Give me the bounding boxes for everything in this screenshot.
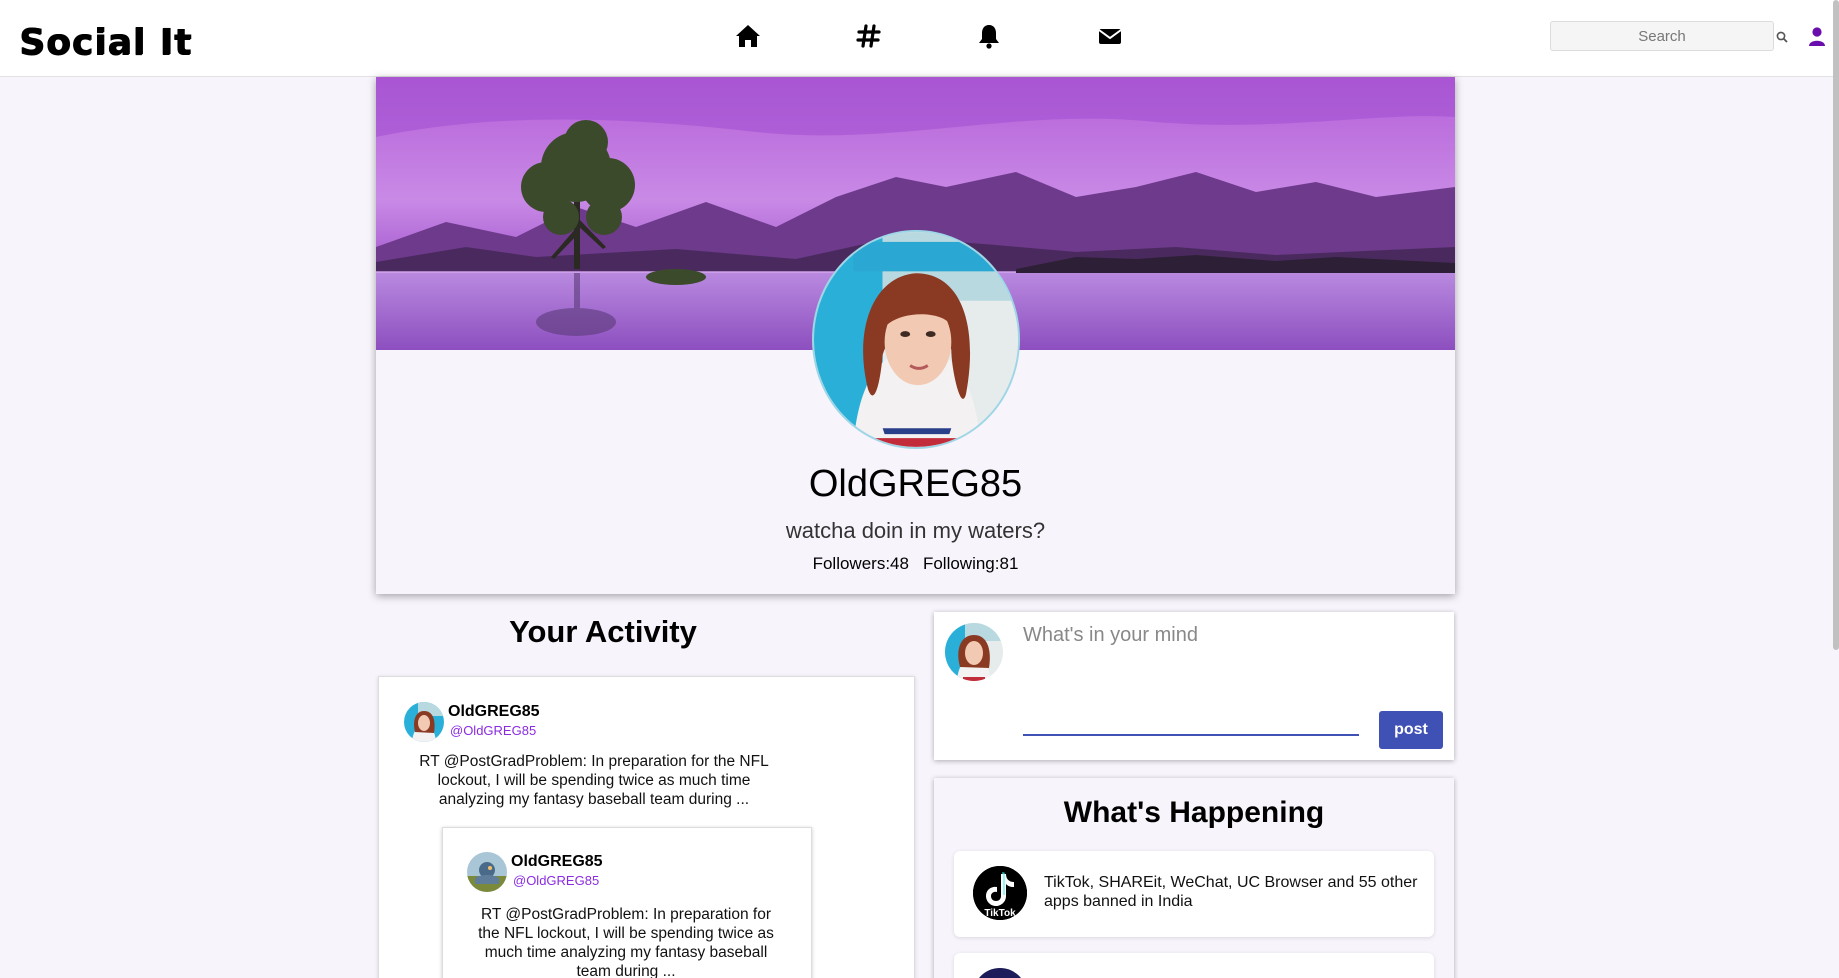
post-button[interactable]: post [1379, 711, 1443, 749]
composer-avatar [945, 623, 1003, 681]
followers-count[interactable]: Followers:48 [813, 554, 909, 573]
news-item-text[interactable]: TikTok, SHAREit, WeChat, UC Browser and … [1044, 873, 1424, 911]
news-item[interactable] [954, 953, 1434, 978]
envelope-icon[interactable] [1096, 22, 1124, 50]
activity-title: Your Activity [509, 614, 697, 649]
post-author-name[interactable]: OldGREG85 [448, 702, 540, 722]
whats-happening-title: What's Happening [1063, 796, 1325, 829]
bell-icon[interactable] [975, 22, 1003, 50]
quoted-post-avatar[interactable] [467, 852, 507, 892]
post-text: RT @PostGradProblem: In preparation for … [419, 753, 769, 808]
user-icon[interactable] [1808, 26, 1826, 46]
search-icon[interactable] [1775, 30, 1789, 44]
quoted-post-card[interactable]: OldGREG85 @OldGREG85 RT @PostGradProblem… [442, 827, 812, 978]
following-count[interactable]: Following:81 [923, 554, 1018, 573]
quoted-post-author-handle[interactable]: @OldGREG85 [513, 872, 603, 890]
search-input[interactable] [1550, 21, 1774, 51]
post-header: OldGREG85 @OldGREG85 [404, 702, 540, 742]
post-composer: post [934, 612, 1454, 760]
top-navbar: Social It [0, 0, 1839, 77]
tiktok-logo-caption: TikTok [984, 908, 1016, 919]
news-thumbnail-icon [973, 968, 1027, 978]
profile-bio: watcha doin in my waters? [785, 518, 1046, 543]
quoted-post-author-name[interactable]: OldGREG85 [511, 852, 603, 872]
hashtag-icon[interactable] [855, 22, 883, 50]
profile-card: OldGREG85 watcha doin in my waters? Foll… [376, 77, 1455, 594]
activity-post-card[interactable]: OldGREG85 @OldGREG85 RT @PostGradProblem… [378, 676, 915, 978]
profile-stats: Followers:48 Following:81 [376, 554, 1455, 574]
tiktok-logo-icon: TikTok [973, 866, 1027, 920]
search-box [1550, 21, 1774, 51]
quoted-post-header: OldGREG85 @OldGREG85 [467, 852, 603, 892]
news-item[interactable]: TikTok TikTok, SHAREit, WeChat, UC Brows… [954, 851, 1434, 937]
post-avatar[interactable] [404, 702, 444, 742]
profile-avatar[interactable] [812, 230, 1020, 449]
profile-name: OldGREG85 [808, 463, 1023, 505]
page-scrollbar[interactable] [1833, 0, 1839, 650]
quoted-post-text: RT @PostGradProblem: In preparation for … [478, 906, 774, 978]
post-author-handle[interactable]: @OldGREG85 [450, 722, 540, 740]
home-icon[interactable] [734, 22, 762, 50]
app-logo[interactable]: Social It [19, 22, 192, 63]
whats-happening-panel: What's Happening TikTok TikTok, SHAREit,… [934, 778, 1454, 978]
composer-input[interactable] [1023, 624, 1359, 736]
